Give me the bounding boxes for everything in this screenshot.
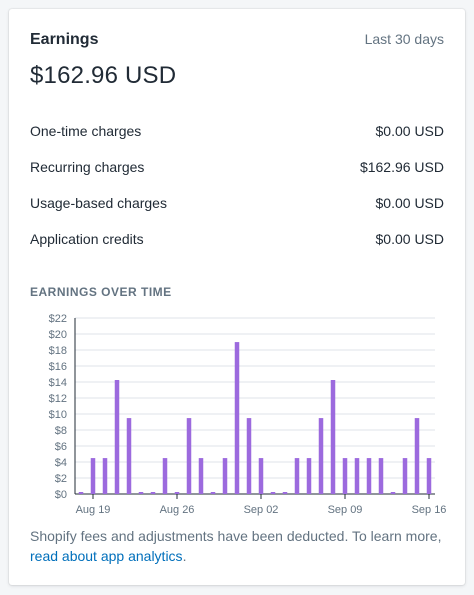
chart-bar [258,458,264,494]
chart-bar [126,418,132,494]
chart-bar [114,380,120,494]
x-tick-label: Sep 16 [412,504,447,516]
chart-bar [150,492,156,494]
footer-note: Shopify fees and adjustments have been d… [30,526,444,566]
total-earnings: $162.96 USD [30,62,177,89]
breakdown-row-one-time: One-time charges $0.00 USD [30,123,444,159]
breakdown-value: $0.00 USD [375,195,444,211]
chart-bar [318,418,324,494]
chart-bar [426,458,432,494]
breakdown-value: $0.00 USD [375,123,444,139]
breakdown-label: Usage-based charges [30,195,167,211]
chart-bar [306,458,312,494]
chart-section-title: EARNINGS OVER TIME [30,285,172,299]
footer-text: Shopify fees and adjustments have been d… [30,528,442,544]
breakdown-row-usage: Usage-based charges $0.00 USD [30,195,444,231]
earnings-breakdown: One-time charges $0.00 USD Recurring cha… [30,123,444,267]
y-tick-label: $0 [55,489,67,501]
footer-period: . [182,548,187,564]
y-tick-label: $12 [49,393,67,405]
y-tick-label: $6 [55,441,67,453]
y-tick-label: $14 [49,377,67,389]
chart-bar [270,492,276,494]
x-tick-label: Aug 26 [160,504,195,516]
chart-bar [390,492,396,494]
chart-bar [354,458,360,494]
chart-bar [366,458,372,494]
breakdown-row-credits: Application credits $0.00 USD [30,231,444,267]
y-tick-label: $2 [55,473,67,485]
card-title: Earnings [30,31,99,48]
chart-bar [162,458,168,494]
breakdown-row-recurring: Recurring charges $162.96 USD [30,159,444,195]
breakdown-value: $0.00 USD [375,231,444,247]
chart-bar [210,492,216,494]
chart-bar [198,458,204,494]
chart-bar [414,418,420,494]
y-tick-label: $20 [49,329,67,341]
chart-bar [294,458,300,494]
chart-bar [342,458,348,494]
chart-bar [90,458,96,494]
x-tick-label: Sep 02 [244,504,279,516]
chart-bar [234,342,240,494]
breakdown-label: Application credits [30,231,144,247]
breakdown-label: One-time charges [30,123,142,139]
chart-bar [102,458,108,494]
y-tick-label: $18 [49,345,67,357]
x-tick-label: Sep 09 [328,504,363,516]
chart-bar [378,458,384,494]
breakdown-label: Recurring charges [30,159,145,175]
chart-bar [186,418,192,494]
y-tick-label: $8 [55,425,67,437]
y-tick-label: $10 [49,409,67,421]
period-label: Last 30 days [364,31,444,47]
chart-bar [402,458,408,494]
chart-bar [174,492,180,494]
chart-bar [78,492,84,494]
app-analytics-link[interactable]: read about app analytics [30,548,183,564]
earnings-card: Earnings Last 30 days $162.96 USD One-ti… [9,9,465,585]
chart-bar [222,458,228,494]
chart-bar [330,380,336,494]
y-tick-label: $16 [49,361,67,373]
x-tick-label: Aug 19 [76,504,111,516]
y-tick-label: $22 [49,313,67,325]
chart-bar [246,418,252,494]
chart-bar [138,492,144,494]
chart-bar [282,492,288,494]
y-tick-label: $4 [55,457,67,469]
breakdown-value: $162.96 USD [359,159,444,175]
earnings-chart: $0 $2 $4 $6 $8 $10 $12 $14 $16 $18 $20 $22 Aug 19 Aug… [49,313,447,516]
